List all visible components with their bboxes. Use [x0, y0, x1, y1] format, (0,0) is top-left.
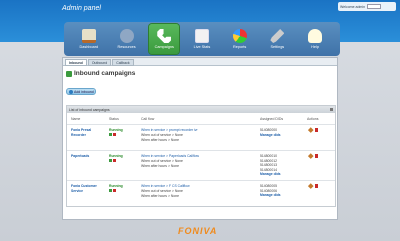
app-title: Admin panel: [62, 5, 101, 12]
status-label: Running: [109, 154, 123, 158]
campaign-list: List of inbound campaigns Name Status Ca…: [66, 105, 336, 207]
home-icon: [81, 29, 96, 43]
content-panel: Inbound Outbound Callback Inbound campai…: [62, 57, 338, 220]
nav-resources[interactable]: Resources: [112, 24, 142, 54]
list-header: List of inbound campaigns: [67, 106, 335, 113]
nav-label: Settings: [270, 45, 285, 49]
flow-line: When after hours > None: [141, 137, 179, 142]
plus-icon: [69, 89, 73, 94]
row-actions: [308, 127, 318, 133]
start-icon[interactable]: [109, 189, 112, 192]
start-icon[interactable]: [109, 159, 112, 162]
edit-icon[interactable]: [308, 183, 314, 189]
call-flow: When in service > prompt recorder ivr Wh…: [141, 128, 251, 142]
start-icon[interactable]: [109, 133, 112, 136]
nav-label: Resources: [117, 45, 136, 49]
phone-icon: [157, 29, 172, 43]
collapse-icon[interactable]: [330, 108, 333, 111]
main-nav: Dashboard Resources Campaigns Live Stats…: [64, 22, 340, 56]
nav-label: Live Stats: [193, 45, 211, 49]
welcome-label: Welcome admin: [340, 4, 366, 9]
chart-window-icon: [194, 29, 209, 43]
nav-reports[interactable]: Reports: [225, 24, 255, 54]
row-actions: [308, 183, 318, 189]
campaign-name[interactable]: Fonia Presal Recorder: [71, 128, 101, 137]
nav-label: Campaigns: [154, 45, 174, 49]
stop-icon[interactable]: [113, 133, 116, 136]
assigned-dids: 514080000 Manage dids: [260, 128, 281, 137]
welcome-box[interactable]: Welcome admin: [338, 2, 396, 11]
table-row: Paperloads Running When in service > Pap…: [67, 150, 335, 180]
table-row: Fonia Customer Service Running When in s…: [67, 180, 335, 206]
flow-line: When after hours > None: [141, 163, 179, 168]
assigned-dids: 514080005 514080006 Manage dids: [260, 184, 281, 198]
manage-dids-link[interactable]: Manage dids: [260, 133, 281, 138]
stop-icon[interactable]: [113, 189, 116, 192]
table-header: Name Status Call flow Assigned DIDs Acti…: [67, 116, 335, 123]
nav-campaigns[interactable]: Campaigns: [149, 24, 180, 54]
delete-icon[interactable]: [314, 128, 318, 132]
nav-label: Reports: [233, 45, 247, 49]
col-status: Status: [109, 117, 119, 121]
status-icons: [109, 159, 116, 162]
col-dids: Assigned DIDs: [260, 117, 284, 121]
delete-icon[interactable]: [314, 154, 318, 158]
campaign-name[interactable]: Fonia Customer Service: [71, 184, 101, 193]
footer-logo: FONIVA: [178, 226, 218, 236]
delete-icon[interactable]: [314, 184, 318, 188]
nav-dashboard[interactable]: Dashboard: [74, 24, 104, 54]
table-row: Fonia Presal Recorder Running When in se…: [67, 124, 335, 150]
tab-outbound[interactable]: Outbound: [87, 59, 112, 66]
col-name: Name: [71, 117, 81, 121]
assigned-dids: 514800010 514800012 514800013 514800014 …: [260, 154, 281, 177]
status-label: Running: [109, 128, 123, 132]
campaign-name[interactable]: Paperloads: [71, 154, 101, 159]
nav-label: Dashboard: [79, 45, 99, 49]
list-title: List of inbound campaigns: [69, 107, 110, 112]
add-inbound-button[interactable]: Add inbound: [66, 88, 96, 95]
inbound-icon: [66, 70, 72, 77]
call-flow: When in service > Paperloads Callflow Wh…: [141, 154, 251, 168]
lightbulb-icon: [308, 29, 323, 43]
nav-live-stats[interactable]: Live Stats: [187, 24, 217, 54]
edit-icon[interactable]: [308, 127, 314, 133]
add-inbound-label: Add inbound: [74, 89, 94, 94]
status-icons: [109, 189, 116, 192]
tab-callback[interactable]: Callback: [112, 59, 134, 66]
manage-dids-link[interactable]: Manage dids: [260, 172, 281, 177]
call-flow: When in service > F CS Callflow When out…: [141, 184, 251, 198]
row-actions: [308, 153, 318, 159]
col-callflow: Call flow: [141, 117, 155, 121]
page-title: Inbound campaigns: [74, 70, 136, 77]
page-heading: Inbound campaigns: [66, 70, 135, 77]
col-actions: Actions: [307, 117, 319, 121]
nav-settings[interactable]: Settings: [262, 24, 292, 54]
tools-icon: [270, 29, 285, 43]
nav-help[interactable]: Help: [300, 24, 330, 54]
tab-inbound[interactable]: Inbound: [65, 59, 87, 66]
user-dropdown[interactable]: [367, 4, 382, 9]
users-icon: [119, 29, 134, 43]
flow-line: When after hours > None: [141, 193, 179, 198]
tab-bar: Inbound Outbound Callback: [63, 58, 337, 66]
status-icons: [109, 133, 116, 136]
status-label: Running: [109, 184, 123, 188]
pie-chart-icon: [232, 29, 247, 43]
stop-icon[interactable]: [113, 159, 116, 162]
manage-dids-link[interactable]: Manage dids: [260, 193, 281, 198]
nav-label: Help: [311, 45, 319, 49]
edit-icon[interactable]: [308, 153, 314, 159]
